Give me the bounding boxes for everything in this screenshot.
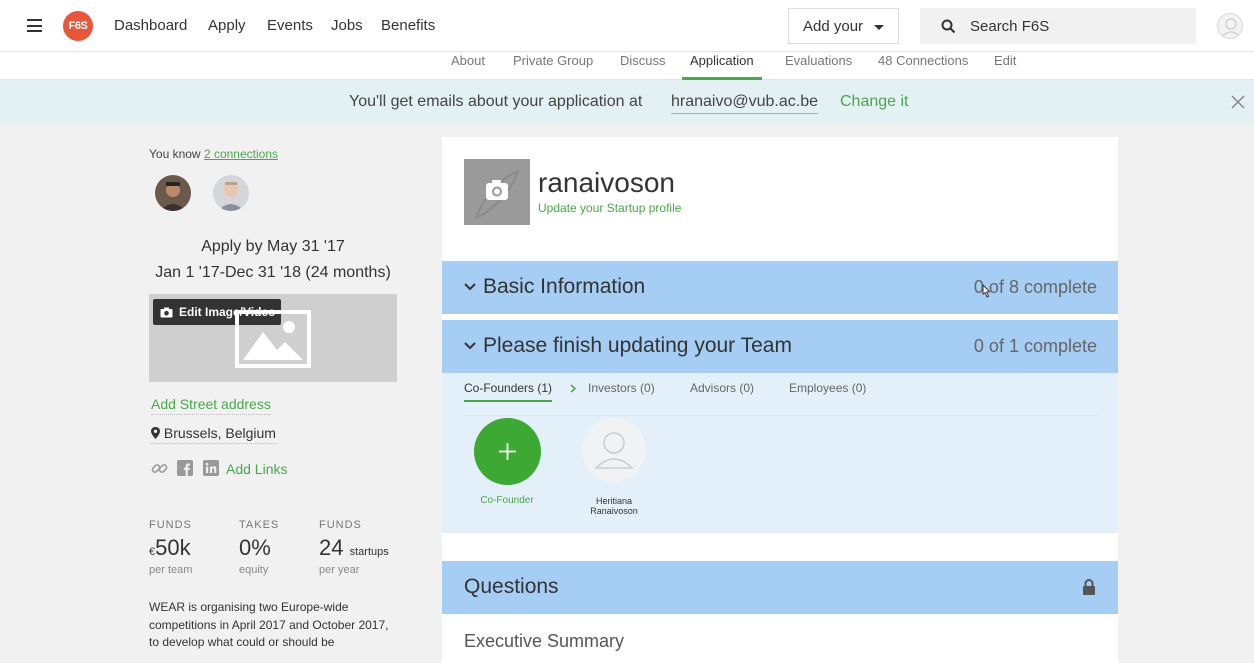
nav-apply[interactable]: Apply [208,17,246,34]
user-icon [1221,18,1241,38]
member-avatar[interactable] [582,418,646,482]
program-media: Edit Image/Video [149,294,397,382]
connection-avatar[interactable] [155,175,191,211]
executive-summary-heading: Executive Summary [464,631,625,651]
add-co-founder-label: Co-Founder [480,495,534,506]
add-street-address-link[interactable]: Add Street address [151,396,271,415]
rocket-camera-icon [474,169,520,219]
program-description: WEAR is organising two Europe-wide compe… [149,600,389,649]
section-title: Questions [464,575,559,598]
basic-information-section[interactable]: Basic Information 0 of 8 complete [442,261,1118,314]
banner-email: hranaivo@vub.ac.be [671,93,818,114]
facebook-icon[interactable] [177,460,193,476]
nav-events[interactable]: Events [267,17,313,34]
stat-label: FUNDS [319,519,362,531]
add-co-founder-button[interactable] [474,418,541,485]
section-progress: 0 of 1 complete [973,336,1097,356]
questions-section[interactable]: Questions [442,561,1118,614]
location-text: Brussels, Belgium [163,425,276,441]
stat-value: 0% [239,535,271,560]
startup-subnav: About Private Group Discuss Application … [0,52,1254,80]
camera-icon [160,307,173,318]
nav-jobs[interactable]: Jobs [331,17,363,34]
stat-value: 24 startups [319,535,389,560]
email-notice-banner: You'll get emails about your application… [0,80,1254,124]
search-input[interactable] [970,8,1180,44]
startup-logo[interactable] [464,159,530,225]
add-links-link[interactable]: Add Links [226,461,287,477]
tab-edit[interactable]: Edit [994,53,1016,80]
tab-investors[interactable]: Investors (0) [588,381,655,400]
map-pin-icon [151,427,160,439]
nav-dashboard[interactable]: Dashboard [114,17,187,34]
image-placeholder-icon [235,310,311,368]
tab-co-founders[interactable]: Co-Founders (1) [464,381,553,402]
section-title: Please finish updating your Team [483,334,792,357]
f6s-logo[interactable]: F6S [63,11,93,41]
change-email-link[interactable]: Change it [840,93,909,111]
stat-startups: FUNDS 24 startups per year [319,519,389,576]
mouse-cursor-icon [982,284,991,298]
connection-avatar[interactable] [213,175,249,211]
stat-funds: FUNDS €50k per team [149,519,192,576]
application-card: ranaivoson Update your Startup profile B… [442,137,1118,663]
apply-deadline: Apply by May 31 '17 [201,238,345,255]
know-prefix: You know [149,147,201,161]
person-photo [213,175,249,211]
stat-sub: per team [149,564,193,576]
nav-benefits[interactable]: Benefits [381,17,435,34]
person-photo [155,175,191,211]
program-period: Jan 1 '17-Dec 31 '18 (24 months) [155,264,391,281]
search-icon [941,19,956,34]
user-placeholder-icon [594,432,634,469]
tab-employees[interactable]: Employees (0) [789,381,866,400]
menu-icon[interactable] [27,19,42,32]
stat-value: €50k [149,535,191,560]
tab-private-group[interactable]: Private Group [513,53,593,80]
tab-discuss[interactable]: Discuss [620,53,666,80]
tab-evaluations[interactable]: Evaluations [785,53,852,80]
lock-icon [1083,579,1095,595]
chevron-right-icon [570,384,576,393]
update-profile-link[interactable]: Update your Startup profile [538,201,681,215]
add-your-label: Add your [803,18,864,35]
section-progress: 0 of 8 complete [973,277,1097,297]
linkedin-icon[interactable] [203,460,219,476]
tab-connections[interactable]: 48 Connections [878,53,968,80]
team-section[interactable]: Please finish updating your Team 0 of 1 … [442,320,1118,373]
add-your-dropdown[interactable]: Add your [788,8,899,44]
member-name: Heritiana Ranaivoson [590,496,638,516]
stat-label: TAKES [239,519,280,531]
connections-link[interactable]: 2 connections [204,147,278,161]
chevron-down-icon [464,283,476,291]
divider [464,415,1097,416]
stat-sub: equity [239,564,269,576]
chevron-down-icon [464,342,476,350]
team-panel: Co-Founders (1) Investors (0) Advisors (… [442,373,1118,533]
tab-about[interactable]: About [451,53,485,80]
tab-advisors[interactable]: Advisors (0) [690,381,754,400]
tab-application[interactable]: Application [682,53,762,80]
top-navbar: F6S Dashboard Apply Events Jobs Benefits… [0,0,1254,52]
stat-sub: per year [319,564,360,576]
section-title: Basic Information [483,275,646,298]
caret-down-icon [874,25,884,30]
location: Brussels, Belgium [151,425,276,444]
user-avatar[interactable] [1217,13,1243,39]
close-icon[interactable] [1231,95,1245,109]
connections-note: You know 2 connections [149,147,278,161]
plus-icon [499,443,516,460]
stat-label: FUNDS [149,519,192,531]
startup-name: ranaivoson [538,167,675,198]
banner-message: You'll get emails about your application… [349,93,643,110]
program-sidebar: You know 2 connections Apply by May 31 '… [0,124,430,663]
link-icon[interactable] [151,460,168,477]
search-box[interactable] [920,8,1196,44]
stat-takes: TAKES 0% equity [239,519,279,576]
